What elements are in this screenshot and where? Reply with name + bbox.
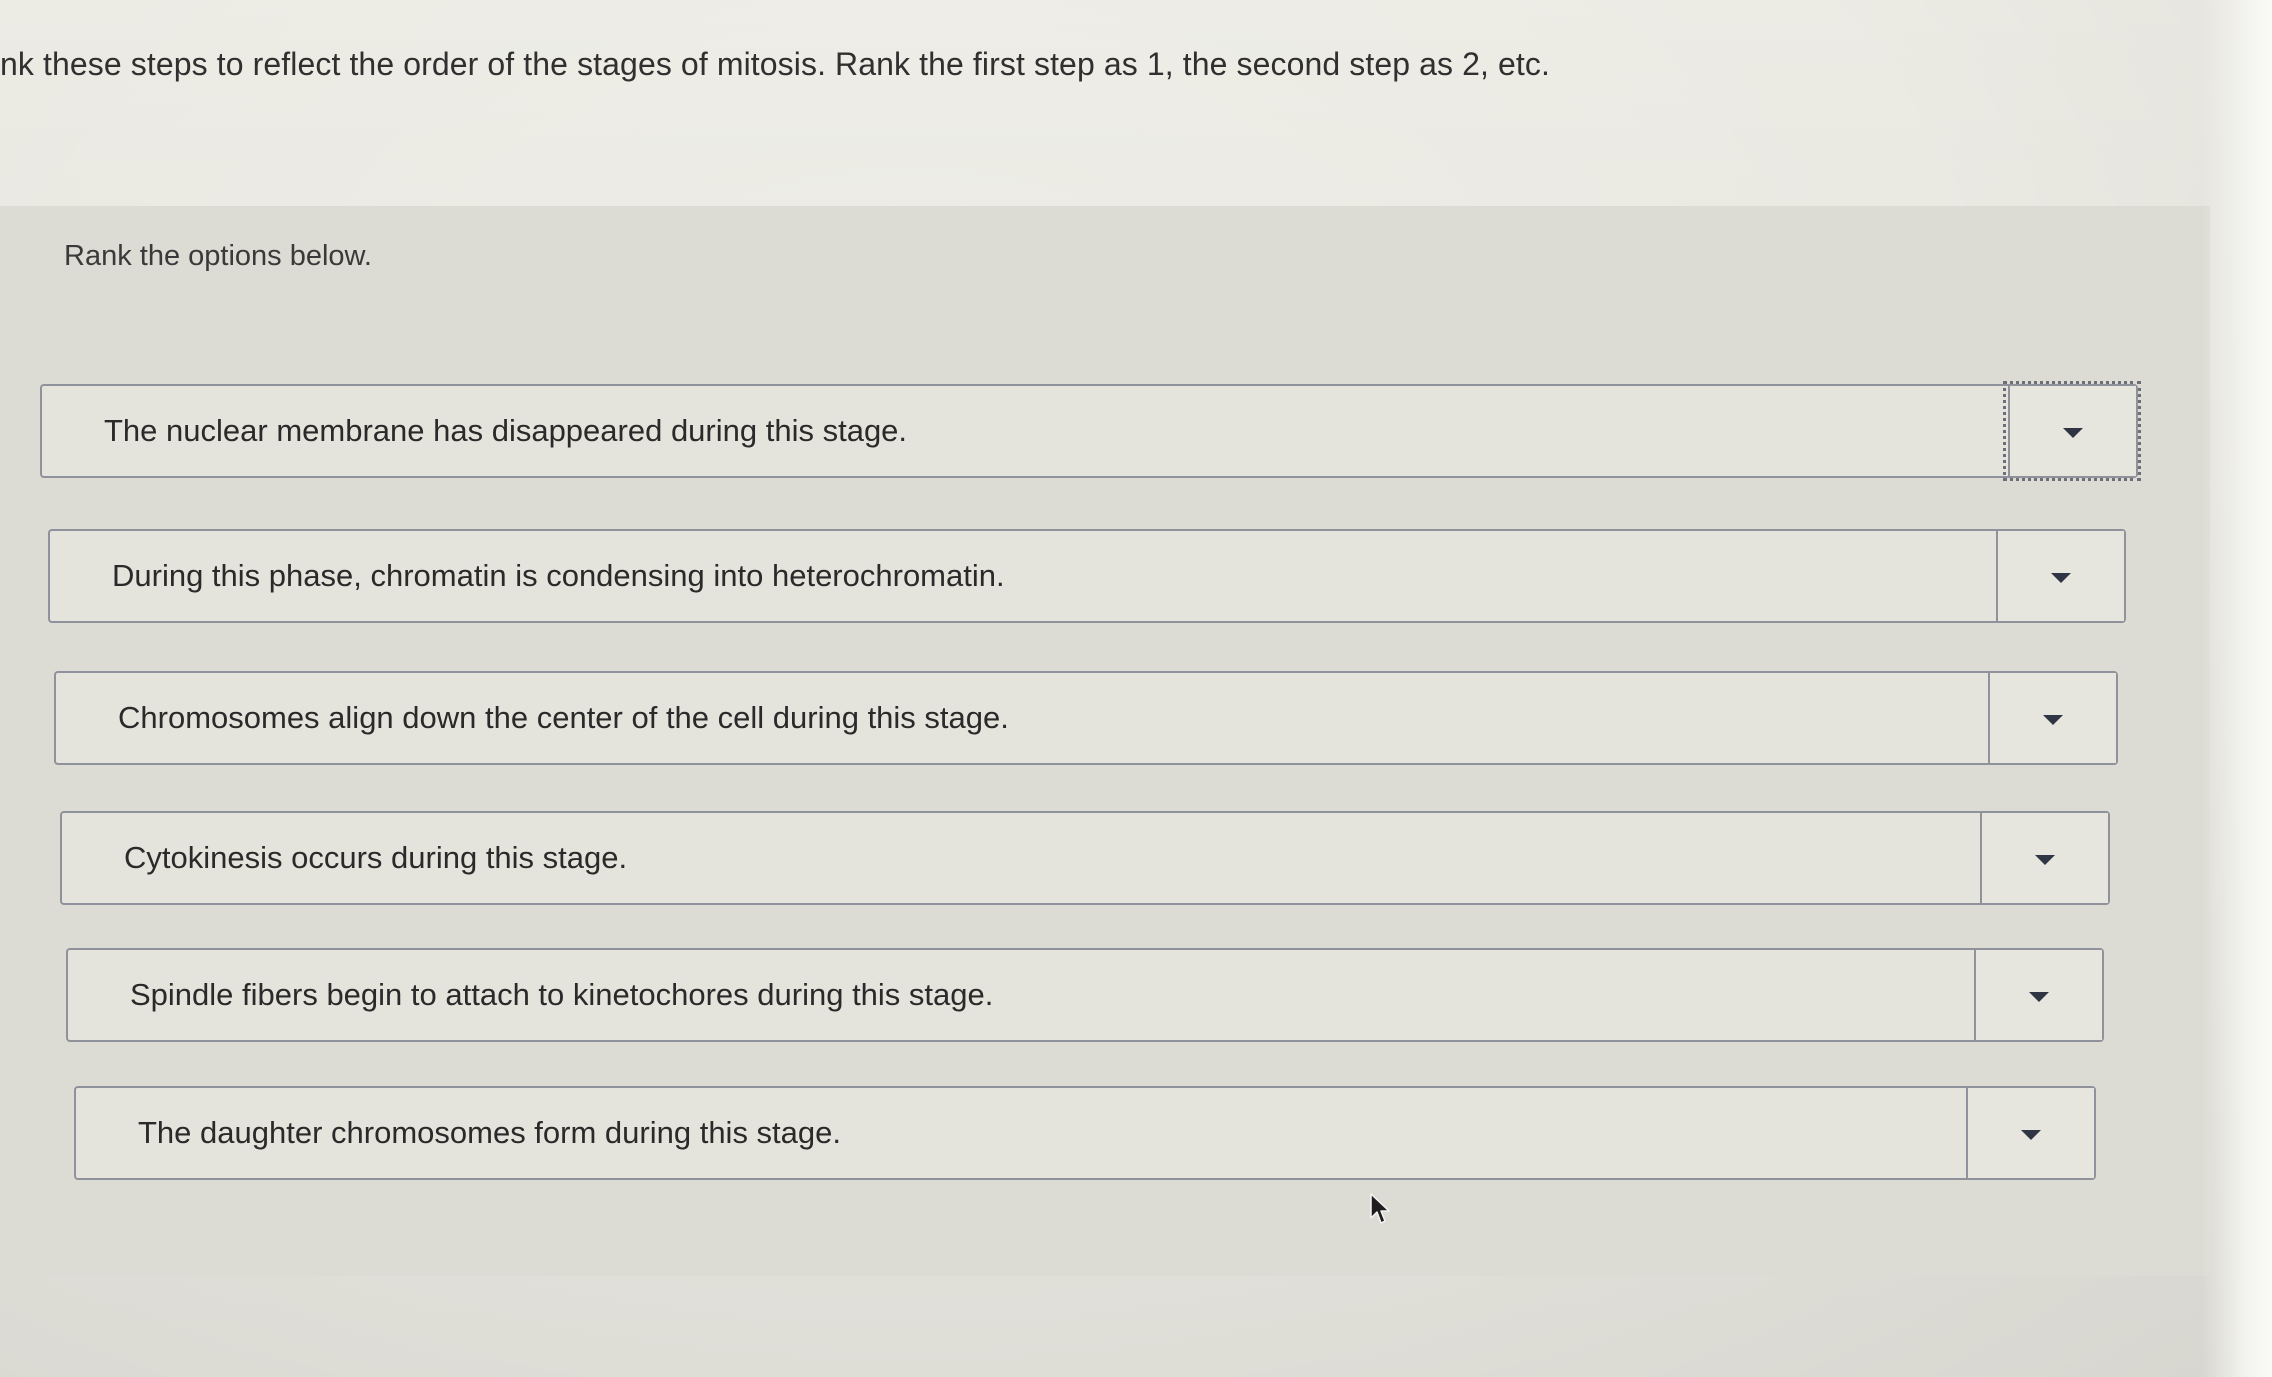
chevron-down-icon [2035, 855, 2055, 865]
chevron-down-icon [2029, 992, 2049, 1002]
rank-select-1[interactable] [2003, 381, 2141, 481]
rank-option-5: Spindle fibers begin to attach to kineto… [66, 948, 2104, 1042]
option-text: Chromosomes align down the center of the… [118, 700, 1009, 735]
chevron-down-icon [2063, 428, 2083, 438]
option-text: During this phase, chromatin is condensi… [112, 558, 1005, 593]
option-text: Cytokinesis occurs during this stage. [124, 840, 628, 875]
rank-option-4: Cytokinesis occurs during this stage. [60, 811, 2110, 905]
chevron-down-icon [2051, 573, 2071, 583]
rank-select-2[interactable] [1996, 531, 2124, 621]
option-text: The nuclear membrane has disappeared dur… [104, 413, 908, 448]
rank-select-3[interactable] [1988, 673, 2116, 763]
rank-select-4[interactable] [1980, 813, 2108, 903]
rank-select-6[interactable] [1966, 1088, 2094, 1178]
rank-select-5[interactable] [1974, 950, 2102, 1040]
question-instructions: nk these steps to reflect the order of t… [0, 46, 1550, 82]
screen-edge-glare [2202, 0, 2272, 1377]
rank-option-1: The nuclear membrane has disappeared dur… [40, 381, 2141, 481]
chevron-down-icon [2021, 1130, 2041, 1140]
mouse-pointer-icon [1370, 1193, 1390, 1224]
chevron-down-icon [2043, 715, 2063, 725]
rank-option-2: During this phase, chromatin is condensi… [48, 529, 2126, 623]
rank-option-3: Chromosomes align down the center of the… [54, 671, 2118, 765]
rank-option-6: The daughter chromosomes form during thi… [74, 1086, 2096, 1180]
option-text: The daughter chromosomes form during thi… [138, 1115, 842, 1150]
rank-prompt: Rank the options below. [64, 240, 372, 272]
option-text: Spindle fibers begin to attach to kineto… [130, 977, 994, 1012]
